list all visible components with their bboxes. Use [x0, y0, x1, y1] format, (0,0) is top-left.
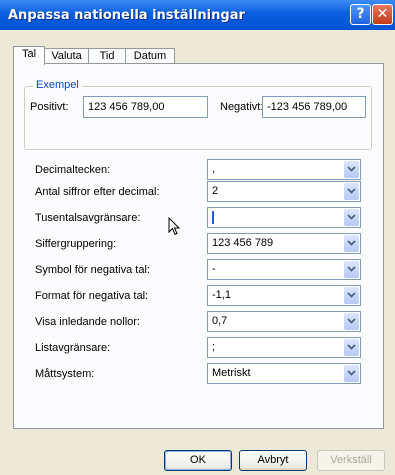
example-group: Exempel Positivt: 123 456 789,00 Negativ…: [24, 79, 372, 150]
negative-sign-value: -: [212, 263, 216, 275]
list-separator-label: Listavgränsare:: [35, 342, 111, 354]
chevron-down-icon[interactable]: [344, 183, 359, 200]
tab-datum[interactable]: Datum: [125, 48, 175, 64]
measurement-system-dropdown[interactable]: Metriskt: [207, 363, 361, 384]
measurement-system-label: Måttsystem:: [35, 368, 95, 380]
text-cursor: [212, 211, 214, 224]
close-button[interactable]: ✕: [372, 4, 393, 25]
tab-tal[interactable]: Tal: [13, 46, 45, 65]
chevron-down-icon[interactable]: [344, 261, 359, 278]
decimal-digits-dropdown[interactable]: 2: [207, 181, 361, 202]
tab-valuta[interactable]: Valuta: [44, 48, 89, 64]
negative-format-label: Format för negativa tal:: [35, 290, 149, 302]
leading-zeros-label: Visa inledande nollor:: [35, 316, 140, 328]
chevron-down-icon[interactable]: [344, 365, 359, 382]
negative-sign-label: Symbol för negativa tal:: [35, 264, 150, 276]
negative-sign-dropdown[interactable]: -: [207, 259, 361, 280]
list-separator-value: ;: [212, 341, 216, 353]
chevron-down-icon[interactable]: [344, 339, 359, 356]
chevron-down-icon[interactable]: [344, 161, 359, 178]
positive-example-field: 123 456 789,00: [83, 96, 208, 118]
negative-label: Negativt:: [220, 101, 264, 113]
decimal-symbol-dropdown[interactable]: ,: [207, 159, 361, 180]
tab-panel-tal: Exempel Positivt: 123 456 789,00 Negativ…: [13, 63, 384, 429]
digit-grouping-symbol-dropdown[interactable]: [207, 207, 361, 228]
positive-label: Positivt:: [30, 101, 69, 113]
digit-grouping-label: Siffergruppering:: [35, 238, 117, 250]
ok-button[interactable]: OK: [164, 450, 232, 471]
chevron-down-icon[interactable]: [344, 313, 359, 330]
negative-format-value: -1,1: [212, 289, 231, 301]
chevron-down-icon[interactable]: [344, 209, 359, 226]
chevron-down-icon[interactable]: [344, 287, 359, 304]
digit-grouping-dropdown[interactable]: 123 456 789: [207, 233, 361, 254]
example-legend: Exempel: [33, 79, 82, 91]
window-title: Anpassa nationella inställningar: [8, 8, 245, 23]
leading-zeros-dropdown[interactable]: 0,7: [207, 311, 361, 332]
digit-grouping-value: 123 456 789: [212, 237, 274, 249]
decimal-digits-value: 2: [212, 185, 219, 197]
decimal-symbol-value: ,: [212, 163, 216, 175]
chevron-down-icon[interactable]: [344, 235, 359, 252]
cancel-button[interactable]: Avbryt: [239, 450, 307, 471]
decimal-symbol-label: Decimaltecken:: [35, 164, 111, 176]
mouse-pointer-icon: [168, 216, 181, 239]
negative-example-field: -123 456 789,00: [262, 96, 366, 118]
tab-tid[interactable]: Tid: [88, 48, 126, 64]
digit-grouping-symbol-label: Tusentalsavgränsare:: [35, 212, 141, 224]
help-button[interactable]: ?: [350, 4, 371, 25]
decimal-digits-label: Antal siffror efter decimal:: [35, 186, 160, 198]
leading-zeros-value: 0,7: [212, 315, 228, 327]
title-bar[interactable]: Anpassa nationella inställningar ? ✕: [0, 0, 395, 30]
measurement-system-value: Metriskt: [212, 367, 251, 379]
negative-format-dropdown[interactable]: -1,1: [207, 285, 361, 306]
list-separator-dropdown[interactable]: ;: [207, 337, 361, 358]
regional-options-dialog: Anpassa nationella inställningar ? ✕ Tal…: [0, 0, 395, 475]
apply-button[interactable]: Verkställ: [317, 450, 385, 471]
